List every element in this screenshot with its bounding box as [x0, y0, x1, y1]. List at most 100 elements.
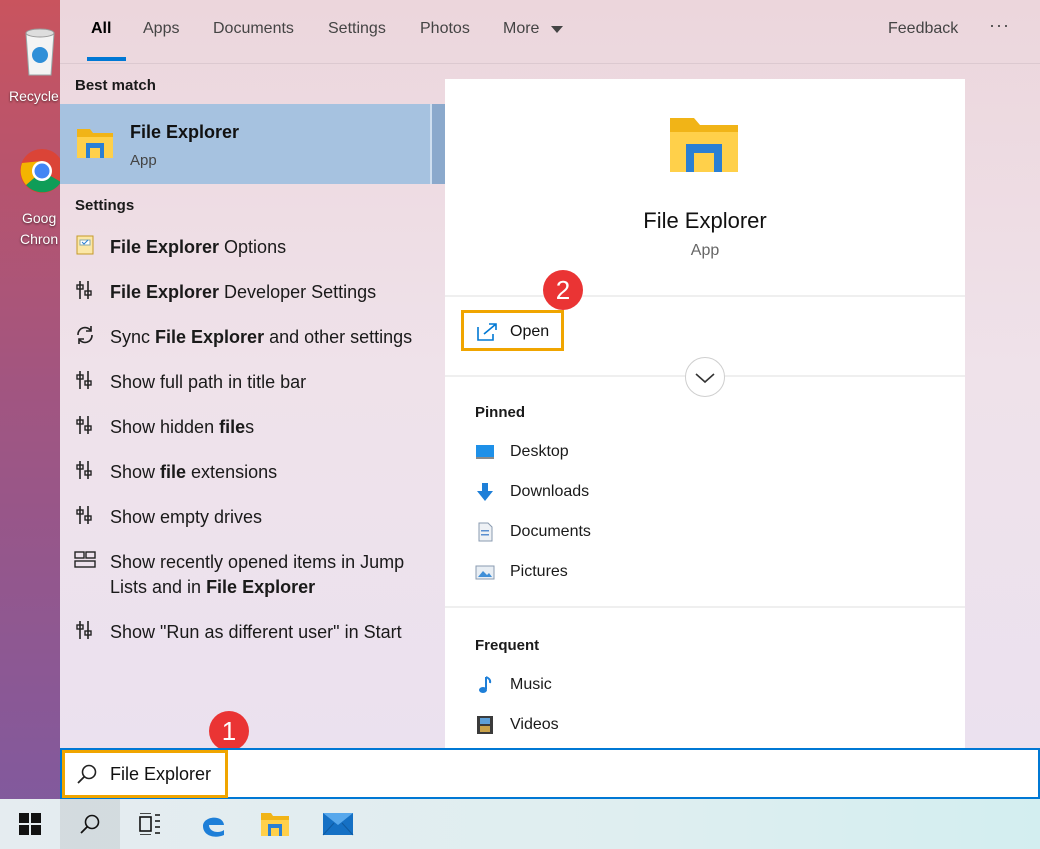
frequent-item-label: Videos	[510, 716, 559, 733]
detail-divider	[445, 606, 965, 608]
developer-settings-icon	[76, 506, 92, 524]
task-view-icon	[139, 813, 160, 835]
desktop-icon	[476, 445, 494, 459]
taskbar	[0, 799, 1040, 849]
detail-pane: File Explorer App 2 Open Pinned Desktop …	[445, 79, 965, 748]
chrome-label-line2: Chron	[20, 231, 59, 247]
settings-result-show-empty-drives[interactable]: Show empty drives	[60, 494, 490, 539]
task-view-button[interactable]	[120, 799, 180, 849]
caret-down-icon	[550, 25, 563, 33]
taskbar-search-button[interactable]	[60, 799, 120, 849]
open-label: Open	[510, 323, 550, 340]
taskbar-edge[interactable]	[183, 799, 243, 849]
tab-more-label: More	[503, 20, 540, 37]
expand-actions-button[interactable]	[685, 357, 725, 397]
settings-result-label: File Explorer Developer Settings	[110, 282, 377, 302]
developer-settings-icon	[76, 371, 92, 389]
developer-settings-icon	[76, 621, 92, 639]
taskbar-mail[interactable]	[308, 799, 368, 849]
windows-logo-icon	[19, 813, 41, 835]
tab-settings[interactable]: Settings	[328, 20, 386, 38]
chevron-down-icon	[695, 373, 715, 384]
developer-settings-icon	[76, 281, 92, 299]
best-match-title: File Explorer	[130, 122, 240, 142]
chrome-icon	[20, 149, 64, 193]
pinned-item-documents[interactable]: Documents	[475, 517, 775, 547]
settings-result-label: Sync File Explorer and other settings	[110, 327, 413, 347]
settings-result-show-file-extensions[interactable]: Show file extensions	[60, 449, 490, 494]
desktop-icon-recycle-bin[interactable]: Recycle	[0, 20, 60, 110]
frequent-heading: Frequent	[475, 637, 540, 654]
file-explorer-icon	[77, 129, 113, 158]
settings-result-label: Show empty drives	[110, 507, 263, 527]
pinned-item-label: Downloads	[510, 483, 590, 500]
settings-result-show-recent-jump-lists[interactable]: Show recently opened items in Jump Lists…	[60, 539, 490, 609]
settings-result-label: Show full path in title bar	[110, 372, 307, 392]
detail-divider	[445, 295, 965, 297]
settings-result-label: Show recently opened items in Jump Lists…	[110, 552, 405, 597]
frequent-item-videos[interactable]: Videos	[475, 710, 775, 740]
frequent-item-music[interactable]: Music	[475, 670, 775, 700]
settings-result-label: Show file extensions	[110, 462, 278, 482]
music-note-icon	[479, 676, 492, 693]
pinned-item-label: Documents	[510, 523, 591, 540]
settings-result-label: Show "Run as different user" in Start	[110, 622, 402, 642]
search-icon	[80, 814, 100, 834]
file-explorer-large-icon	[670, 118, 738, 172]
settings-result-label: Show hidden files	[110, 417, 255, 437]
chrome-label-line1: Goog	[22, 210, 57, 226]
download-arrow-icon	[477, 483, 493, 501]
file-explorer-icon	[261, 813, 289, 836]
more-options-button[interactable]: ···	[989, 15, 1010, 36]
callout-badge-1: 1	[209, 711, 249, 751]
best-match-heading: Best match	[75, 77, 156, 94]
tab-photos[interactable]: Photos	[420, 20, 470, 38]
developer-settings-icon	[76, 416, 92, 434]
settings-result-label: File Explorer Options	[110, 237, 287, 257]
settings-heading: Settings	[75, 197, 135, 214]
frequent-item-label: Music	[510, 676, 552, 693]
pinned-item-label: Pictures	[510, 563, 568, 580]
edge-icon	[203, 817, 224, 837]
best-match-subtitle: App	[130, 152, 157, 169]
tab-more[interactable]: More	[503, 20, 564, 38]
pinned-item-pictures[interactable]: Pictures	[475, 557, 775, 587]
search-tabs: All Apps Documents Settings Photos More …	[60, 0, 1040, 64]
sync-icon	[77, 326, 93, 344]
mail-icon	[322, 813, 354, 836]
tab-all[interactable]: All	[91, 20, 111, 38]
active-tab-indicator	[87, 57, 126, 61]
settings-result-show-hidden-files[interactable]: Show hidden files	[60, 404, 490, 449]
callout-badge-2: 2	[543, 270, 583, 310]
pictures-icon	[475, 565, 495, 580]
best-match-result[interactable]: File Explorer App	[60, 104, 490, 184]
start-button[interactable]	[0, 799, 60, 849]
folder-options-icon	[76, 235, 94, 255]
detail-title: File Explorer	[643, 208, 767, 233]
settings-result-file-explorer-options[interactable]: File Explorer Options	[60, 224, 490, 269]
pinned-item-downloads[interactable]: Downloads	[475, 477, 775, 507]
recycle-bin-label: Recycle	[9, 88, 59, 104]
open-external-icon	[477, 323, 497, 341]
feedback-link[interactable]: Feedback	[888, 20, 958, 38]
settings-result-show-full-path[interactable]: Show full path in title bar	[60, 359, 490, 404]
tab-documents[interactable]: Documents	[213, 20, 294, 38]
taskbar-settings-icon	[74, 551, 96, 568]
search-highlight-frame	[62, 750, 228, 798]
pinned-item-label: Desktop	[510, 443, 569, 460]
tabs-divider	[60, 63, 1040, 64]
pinned-heading: Pinned	[475, 404, 526, 421]
desktop-icon-chrome[interactable]: Goog Chron	[0, 145, 64, 255]
document-icon	[478, 522, 493, 542]
pinned-item-desktop[interactable]: Desktop	[475, 437, 775, 467]
detail-subtitle: App	[690, 242, 720, 259]
developer-settings-icon	[76, 461, 92, 479]
settings-result-sync-settings[interactable]: Sync File Explorer and other settings	[60, 314, 490, 359]
settings-result-developer-settings[interactable]: File Explorer Developer Settings	[60, 269, 490, 314]
film-strip-icon	[477, 716, 493, 734]
recycle-bin-icon	[25, 28, 55, 76]
tab-apps[interactable]: Apps	[143, 20, 179, 38]
open-button[interactable]: Open	[461, 310, 564, 351]
settings-result-run-as-different-user[interactable]: Show "Run as different user" in Start	[60, 609, 490, 654]
taskbar-file-explorer[interactable]	[245, 799, 305, 849]
